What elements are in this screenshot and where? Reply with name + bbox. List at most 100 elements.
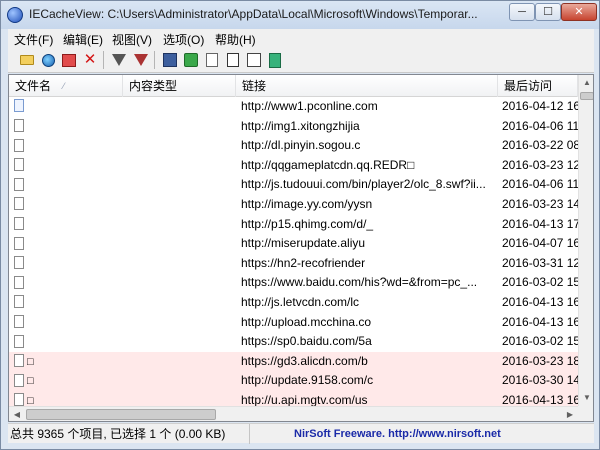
list-header: 文件名 ⁄ 内容类型 链接 最后访问 — [9, 75, 578, 97]
vertical-scroll-thumb[interactable] — [580, 92, 593, 100]
cell-filename: □ — [14, 352, 124, 372]
column-header-filename[interactable]: 文件名 ⁄ — [9, 75, 123, 97]
scroll-up-icon[interactable]: ▲ — [579, 75, 593, 91]
table-row[interactable]: http://js.letvcdn.com/lc 2016-04-13 16 — [9, 293, 578, 313]
file-icon — [14, 354, 24, 368]
cell-filename — [14, 195, 124, 215]
title-bar[interactable]: IECacheView: C:\Users\Administrator\AppD… — [1, 1, 599, 29]
horizontal-scroll-thumb[interactable] — [26, 409, 216, 420]
table-row[interactable]: http://dl.pinyin.sogou.c 2016-03-22 08 — [9, 136, 578, 156]
file-icon — [14, 138, 24, 152]
menu-options[interactable]: 选项(O) — [163, 31, 204, 48]
table-row[interactable]: http://upload.mcchina.co 2016-04-13 16 — [9, 313, 578, 333]
scrollbar-corner — [578, 406, 593, 421]
table-row[interactable]: https://hn2-recofriender 2016-03-31 12 — [9, 254, 578, 274]
table-row[interactable]: http://p15.qhimg.com/d/_ 2016-04-13 17 — [9, 215, 578, 235]
cell-last-accessed: 2016-04-06 11 — [502, 177, 578, 192]
exit-icon[interactable] — [266, 51, 284, 69]
filter-remove-icon[interactable] — [132, 51, 150, 69]
table-row[interactable]: http://img1.xitongzhijia 2016-04-06 11 — [9, 117, 578, 137]
toolbar-separator — [154, 51, 155, 69]
table-row[interactable]: http://js.tudouui.com/bin/player2/olc_8.… — [9, 175, 578, 195]
cell-last-accessed: 2016-04-06 11 — [502, 118, 578, 133]
cell-filename — [14, 175, 124, 195]
cell-url: http://u.api.mgtv.com/us — [241, 393, 368, 407]
file-icon — [14, 99, 24, 113]
table-row[interactable]: https://www.baidu.com/his?wd=&from=pc_..… — [9, 273, 578, 293]
menu-edit[interactable]: 编辑(E) — [63, 31, 103, 48]
cell-filename: □ — [14, 391, 124, 407]
copy-url-icon[interactable] — [60, 51, 78, 69]
file-icon — [14, 275, 24, 289]
cell-filename — [14, 332, 124, 352]
column-header-content-type[interactable]: 内容类型 — [123, 75, 236, 97]
file-icon — [14, 197, 24, 211]
table-row[interactable]: https://sp0.baidu.com/5a 2016-03-02 15 — [9, 332, 578, 352]
table-row[interactable]: http://image.yy.com/yysn 2016-03-23 14 — [9, 195, 578, 215]
cell-content-type — [127, 273, 237, 293]
toolbar: ✕ — [8, 47, 594, 73]
ie-app-icon — [7, 7, 23, 23]
delete-icon[interactable]: ✕ — [81, 51, 99, 69]
cell-url: http://miserupdate.aliyu — [241, 236, 366, 251]
report-icon[interactable] — [224, 51, 242, 69]
open-folder-icon[interactable] — [18, 51, 36, 69]
cell-content-type — [127, 175, 237, 195]
scroll-left-icon[interactable]: ◀ — [9, 407, 25, 421]
cache-list-view[interactable]: 文件名 ⁄ 内容类型 链接 最后访问 http://www1.pconline.… — [8, 74, 594, 422]
cell-url: http://dl.pinyin.sogou.c — [241, 138, 361, 153]
minimize-button[interactable]: ─ — [509, 3, 535, 21]
save-icon[interactable] — [161, 51, 179, 69]
cell-filename — [14, 136, 124, 156]
copy-icon[interactable] — [203, 51, 221, 69]
file-icon — [14, 295, 24, 309]
column-header-last-accessed[interactable]: 最后访问 — [498, 75, 578, 97]
file-icon — [14, 334, 24, 348]
refresh-icon[interactable] — [182, 51, 200, 69]
maximize-button[interactable]: ☐ — [535, 3, 561, 21]
table-row[interactable]: http://qqgameplatcdn.qq.REDR□ 2016-03-23 … — [9, 156, 578, 176]
file-icon — [14, 216, 24, 230]
vertical-scrollbar[interactable]: ▲ ▼ — [578, 75, 593, 406]
cell-last-accessed: 2016-04-13 17 — [502, 216, 578, 231]
scroll-down-icon[interactable]: ▼ — [579, 390, 593, 406]
file-icon — [14, 118, 24, 132]
cell-url: http://upload.mcchina.co — [241, 314, 372, 329]
cell-content-type — [127, 313, 237, 333]
cell-content-type — [127, 97, 237, 117]
properties-icon[interactable] — [245, 51, 263, 69]
cell-url: https://gd3.alicdn.com/b — [241, 353, 368, 368]
file-icon — [14, 373, 24, 387]
column-header-url[interactable]: 链接 — [236, 75, 498, 97]
menu-view[interactable]: 视图(V) — [112, 31, 152, 48]
globe-icon[interactable] — [39, 51, 57, 69]
table-row[interactable]: http://www1.pconline.com 2016-04-12 16 — [9, 97, 578, 117]
table-row[interactable]: □ https://gd3.alicdn.com/b 2016-03-23 18 — [9, 351, 578, 372]
file-icon — [14, 236, 24, 250]
table-row[interactable]: □ http://update.9158.com/c 2016-03-30 14 — [9, 371, 578, 391]
cell-last-accessed: 2016-04-12 16 — [502, 99, 578, 113]
table-row[interactable]: □ http://u.api.mgtv.com/us 2016-04-13 16 — [9, 391, 578, 407]
cell-url: https://sp0.baidu.com/5a — [241, 334, 372, 349]
close-button[interactable]: ✕ — [561, 3, 597, 21]
cell-filename — [14, 273, 124, 293]
filter-icon[interactable] — [110, 51, 128, 69]
menu-help[interactable]: 帮助(H) — [215, 31, 256, 48]
app-window: IECacheView: C:\Users\Administrator\AppD… — [0, 0, 600, 450]
nirsoft-link[interactable]: NirSoft Freeware. http://www.nirsoft.net — [254, 424, 501, 444]
table-row[interactable]: http://miserupdate.aliyu 2016-04-07 16 — [9, 234, 578, 254]
menu-bar: 文件(F) 编辑(E) 视图(V) 选项(O) 帮助(H) — [8, 29, 594, 47]
cell-url: http://image.yy.com/yysn — [241, 197, 373, 211]
cell-content-type — [127, 371, 237, 391]
scroll-right-icon[interactable]: ▶ — [562, 407, 578, 421]
file-icon — [14, 314, 24, 328]
menu-file[interactable]: 文件(F) — [14, 31, 53, 48]
status-bar: 总共 9365 个项目, 已选择 1 个 (0.00 KB) NirSoft F… — [8, 423, 594, 444]
horizontal-scrollbar[interactable]: ◀ ▶ — [9, 406, 578, 421]
cell-filename: □ — [14, 371, 124, 391]
cell-last-accessed: 2016-04-07 16 — [502, 236, 578, 251]
cell-last-accessed: 2016-03-02 15 — [502, 334, 578, 349]
cell-last-accessed: 2016-04-13 16 — [502, 295, 578, 309]
cell-filename — [14, 234, 124, 254]
cell-last-accessed: 2016-04-13 16 — [502, 314, 578, 329]
